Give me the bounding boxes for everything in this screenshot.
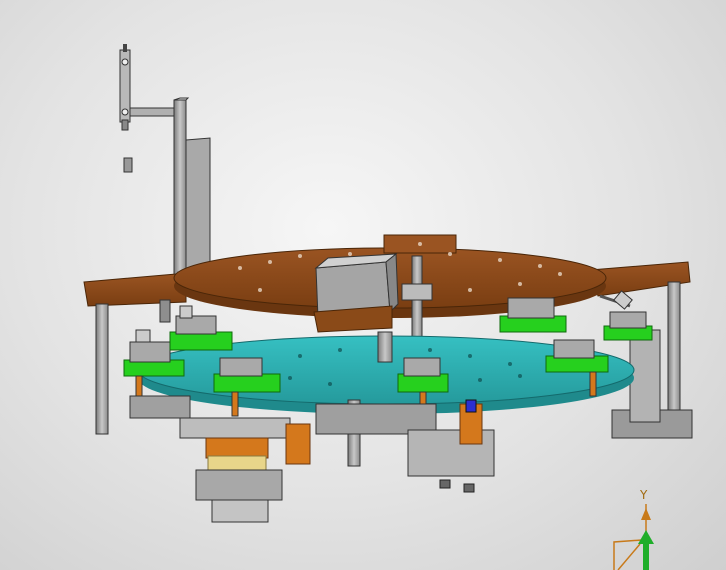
view-orientation-triad-icon: Y — [613, 488, 654, 570]
fixture-station-2[interactable] — [169, 305, 233, 351]
assembly-model[interactable]: Y — [0, 0, 726, 570]
support-column[interactable] — [173, 97, 223, 287]
y-axis-label: Y — [639, 488, 648, 502]
vertical-probe-arm[interactable] — [119, 44, 177, 173]
lower-cylinder-assembly[interactable] — [179, 417, 311, 523]
central-drive-housing[interactable] — [313, 252, 433, 341]
cad-3d-viewport[interactable]: Y — [0, 0, 726, 570]
fixture-station-7[interactable] — [603, 311, 653, 341]
